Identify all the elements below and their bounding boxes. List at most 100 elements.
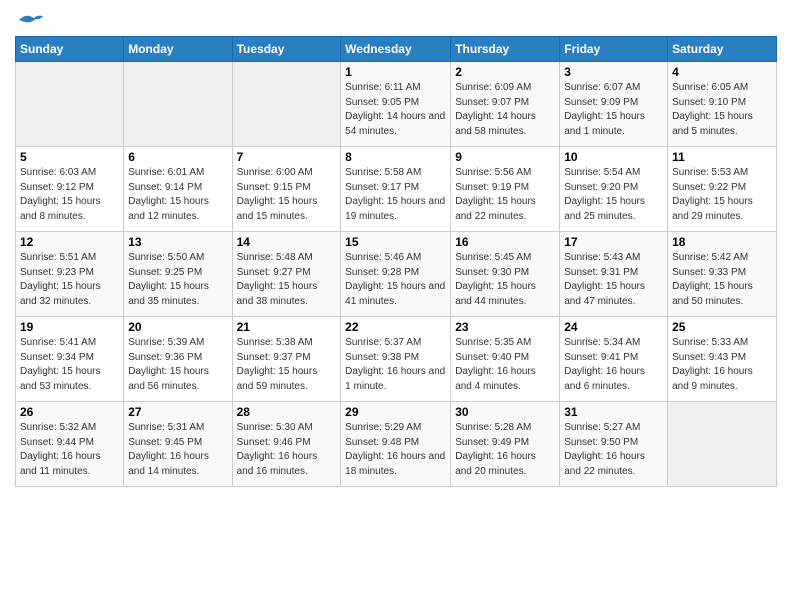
calendar-cell: 2 Sunrise: 6:09 AM Sunset: 9:07 PM Daylig… — [451, 62, 560, 147]
day-info: Sunrise: 5:30 AM Sunset: 9:46 PM Dayligh… — [237, 421, 337, 479]
calendar-cell: 5 Sunrise: 6:03 AM Sunset: 9:12 PM Daylig… — [16, 147, 124, 232]
day-number: 19 — [20, 320, 119, 334]
day-number: 29 — [345, 405, 446, 419]
day-number: 24 — [564, 320, 663, 334]
calendar-cell — [668, 402, 777, 487]
day-info: Sunrise: 5:37 AM Sunset: 9:38 PM Dayligh… — [345, 336, 446, 394]
day-info: Sunrise: 5:35 AM Sunset: 9:40 PM Dayligh… — [455, 336, 555, 394]
day-info: Sunrise: 5:28 AM Sunset: 9:49 PM Dayligh… — [455, 421, 555, 479]
day-info: Sunrise: 6:09 AM Sunset: 9:07 PM Dayligh… — [455, 81, 555, 139]
day-number: 30 — [455, 405, 555, 419]
calendar-cell: 23 Sunrise: 5:35 AM Sunset: 9:40 PM Dayli… — [451, 317, 560, 402]
calendar-cell: 26Sunrise: 5:32 AM Sunset: 9:44 PM Dayli… — [16, 402, 124, 487]
day-number: 20 — [128, 320, 227, 334]
day-info: Sunrise: 5:51 AM Sunset: 9:23 PM Dayligh… — [20, 251, 119, 309]
calendar-week-row: 19 Sunrise: 5:41 AM Sunset: 9:34 PM Dayli… — [16, 317, 777, 402]
weekday-header-friday: Friday — [560, 37, 668, 62]
day-number: 25 — [672, 320, 772, 334]
day-info: Sunrise: 5:42 AM Sunset: 9:33 PM Dayligh… — [672, 251, 772, 309]
weekday-header-row: SundayMondayTuesdayWednesdayThursdayFrid… — [16, 37, 777, 62]
day-info: Sunrise: 6:05 AM Sunset: 9:10 PM Dayligh… — [672, 81, 772, 139]
day-info: Sunrise: 5:54 AM Sunset: 9:20 PM Dayligh… — [564, 166, 663, 224]
day-info: Sunrise: 5:53 AM Sunset: 9:22 PM Dayligh… — [672, 166, 772, 224]
calendar-cell — [232, 62, 341, 147]
day-info: Sunrise: 5:58 AM Sunset: 9:17 PM Dayligh… — [345, 166, 446, 224]
calendar-cell: 3 Sunrise: 6:07 AM Sunset: 9:09 PM Daylig… — [560, 62, 668, 147]
calendar-cell: 1 Sunrise: 6:11 AM Sunset: 9:05 PM Daylig… — [341, 62, 451, 147]
calendar-cell: 29 Sunrise: 5:29 AM Sunset: 9:48 PM Dayli… — [341, 402, 451, 487]
calendar-cell: 30 Sunrise: 5:28 AM Sunset: 9:49 PM Dayli… — [451, 402, 560, 487]
calendar-week-row: 12 Sunrise: 5:51 AM Sunset: 9:23 PM Dayli… — [16, 232, 777, 317]
day-info: Sunrise: 6:03 AM Sunset: 9:12 PM Dayligh… — [20, 166, 119, 224]
day-number: 7 — [237, 150, 337, 164]
weekday-header-thursday: Thursday — [451, 37, 560, 62]
day-info: Sunrise: 6:11 AM Sunset: 9:05 PM Dayligh… — [345, 81, 446, 139]
day-number: 18 — [672, 235, 772, 249]
calendar-header: SundayMondayTuesdayWednesdayThursdayFrid… — [16, 37, 777, 62]
day-number: 15 — [345, 235, 446, 249]
calendar-cell: 7 Sunrise: 6:00 AM Sunset: 9:15 PM Daylig… — [232, 147, 341, 232]
day-number: 28 — [237, 405, 337, 419]
day-number: 27 — [128, 405, 227, 419]
calendar-cell: 6Sunrise: 6:01 AM Sunset: 9:14 PM Daylig… — [124, 147, 232, 232]
calendar-body: 1 Sunrise: 6:11 AM Sunset: 9:05 PM Daylig… — [16, 62, 777, 487]
calendar-cell: 28 Sunrise: 5:30 AM Sunset: 9:46 PM Dayli… — [232, 402, 341, 487]
day-number: 14 — [237, 235, 337, 249]
logo-bird-icon — [17, 10, 45, 30]
calendar-cell: 25 Sunrise: 5:33 AM Sunset: 9:43 PM Dayli… — [668, 317, 777, 402]
day-info: Sunrise: 5:41 AM Sunset: 9:34 PM Dayligh… — [20, 336, 119, 394]
calendar-cell: 17Sunrise: 5:43 AM Sunset: 9:31 PM Dayli… — [560, 232, 668, 317]
day-number: 12 — [20, 235, 119, 249]
day-number: 13 — [128, 235, 227, 249]
day-number: 22 — [345, 320, 446, 334]
calendar-cell: 8 Sunrise: 5:58 AM Sunset: 9:17 PM Daylig… — [341, 147, 451, 232]
weekday-header-monday: Monday — [124, 37, 232, 62]
day-number: 23 — [455, 320, 555, 334]
calendar-week-row: 1 Sunrise: 6:11 AM Sunset: 9:05 PM Daylig… — [16, 62, 777, 147]
day-number: 1 — [345, 65, 446, 79]
calendar-cell: 15 Sunrise: 5:46 AM Sunset: 9:28 PM Dayli… — [341, 232, 451, 317]
weekday-header-tuesday: Tuesday — [232, 37, 341, 62]
day-info: Sunrise: 5:33 AM Sunset: 9:43 PM Dayligh… — [672, 336, 772, 394]
day-info: Sunrise: 5:38 AM Sunset: 9:37 PM Dayligh… — [237, 336, 337, 394]
calendar-cell: 18 Sunrise: 5:42 AM Sunset: 9:33 PM Dayli… — [668, 232, 777, 317]
day-number: 8 — [345, 150, 446, 164]
day-info: Sunrise: 5:46 AM Sunset: 9:28 PM Dayligh… — [345, 251, 446, 309]
day-number: 16 — [455, 235, 555, 249]
day-number: 4 — [672, 65, 772, 79]
day-number: 21 — [237, 320, 337, 334]
calendar-cell: 16 Sunrise: 5:45 AM Sunset: 9:30 PM Dayli… — [451, 232, 560, 317]
calendar-cell: 14Sunrise: 5:48 AM Sunset: 9:27 PM Dayli… — [232, 232, 341, 317]
calendar-week-row: 5 Sunrise: 6:03 AM Sunset: 9:12 PM Daylig… — [16, 147, 777, 232]
calendar-cell: 31Sunrise: 5:27 AM Sunset: 9:50 PM Dayli… — [560, 402, 668, 487]
calendar-cell: 27 Sunrise: 5:31 AM Sunset: 9:45 PM Dayli… — [124, 402, 232, 487]
day-number: 5 — [20, 150, 119, 164]
day-info: Sunrise: 5:31 AM Sunset: 9:45 PM Dayligh… — [128, 421, 227, 479]
day-number: 9 — [455, 150, 555, 164]
calendar-cell: 10Sunrise: 5:54 AM Sunset: 9:20 PM Dayli… — [560, 147, 668, 232]
day-number: 2 — [455, 65, 555, 79]
calendar-cell: 19 Sunrise: 5:41 AM Sunset: 9:34 PM Dayli… — [16, 317, 124, 402]
logo — [15, 10, 45, 30]
calendar-cell: 13Sunrise: 5:50 AM Sunset: 9:25 PM Dayli… — [124, 232, 232, 317]
weekday-header-wednesday: Wednesday — [341, 37, 451, 62]
calendar-table: SundayMondayTuesdayWednesdayThursdayFrid… — [15, 36, 777, 487]
day-number: 31 — [564, 405, 663, 419]
calendar-cell — [124, 62, 232, 147]
calendar-cell: 24Sunrise: 5:34 AM Sunset: 9:41 PM Dayli… — [560, 317, 668, 402]
day-info: Sunrise: 5:29 AM Sunset: 9:48 PM Dayligh… — [345, 421, 446, 479]
calendar-cell: 12 Sunrise: 5:51 AM Sunset: 9:23 PM Dayli… — [16, 232, 124, 317]
day-info: Sunrise: 5:45 AM Sunset: 9:30 PM Dayligh… — [455, 251, 555, 309]
calendar-cell: 20 Sunrise: 5:39 AM Sunset: 9:36 PM Dayli… — [124, 317, 232, 402]
day-number: 3 — [564, 65, 663, 79]
day-number: 6 — [128, 150, 227, 164]
calendar-cell: 11Sunrise: 5:53 AM Sunset: 9:22 PM Dayli… — [668, 147, 777, 232]
day-info: Sunrise: 6:07 AM Sunset: 9:09 PM Dayligh… — [564, 81, 663, 139]
day-info: Sunrise: 5:39 AM Sunset: 9:36 PM Dayligh… — [128, 336, 227, 394]
page-header — [15, 10, 777, 30]
calendar-cell: 9 Sunrise: 5:56 AM Sunset: 9:19 PM Daylig… — [451, 147, 560, 232]
day-info: Sunrise: 6:00 AM Sunset: 9:15 PM Dayligh… — [237, 166, 337, 224]
calendar-cell: 4 Sunrise: 6:05 AM Sunset: 9:10 PM Daylig… — [668, 62, 777, 147]
day-info: Sunrise: 5:56 AM Sunset: 9:19 PM Dayligh… — [455, 166, 555, 224]
calendar-cell: 21 Sunrise: 5:38 AM Sunset: 9:37 PM Dayli… — [232, 317, 341, 402]
